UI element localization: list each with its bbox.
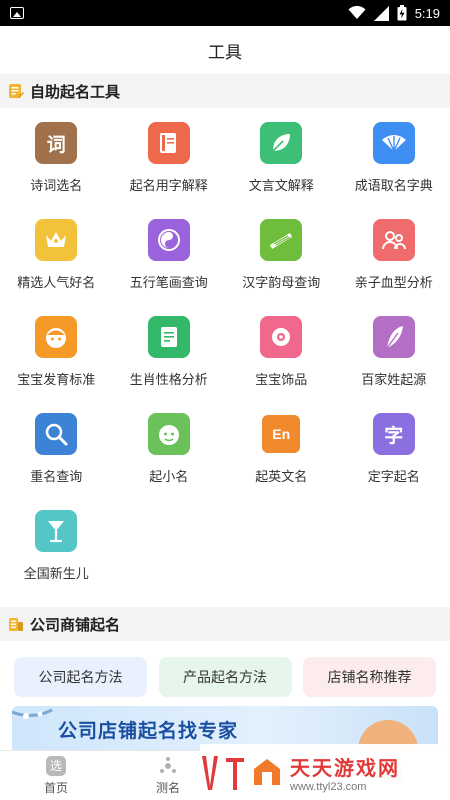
section-header-company-naming: 公司商铺起名 bbox=[0, 607, 450, 641]
tool-grid: 词诗词选名 起名用字解释 文言文解释 成语取名字典 精选人气好名 五行笔画查询 汉字韵母查询… bbox=[0, 108, 450, 607]
tool-label: 成语取名字典 bbox=[354, 178, 433, 193]
leaf-icon bbox=[260, 122, 303, 164]
battery-charging-icon bbox=[397, 5, 407, 21]
tool-label: 精选人气好名 bbox=[17, 275, 96, 290]
tool-item[interactable]: 宝宝饰品 bbox=[225, 316, 338, 413]
wifi-icon bbox=[348, 6, 366, 19]
tool-label: 定字起名 bbox=[367, 469, 420, 484]
tool-item[interactable]: 精选人气好名 bbox=[0, 219, 113, 316]
status-time: 5:19 bbox=[414, 5, 440, 21]
tool-label: 重名查询 bbox=[30, 469, 83, 484]
tab-label: 测名 bbox=[155, 780, 180, 795]
tool-item[interactable]: 五行笔画查询 bbox=[113, 219, 226, 316]
tool-label: 亲子血型分析 bbox=[354, 275, 433, 290]
app-bar: 工具 bbox=[0, 26, 450, 74]
tool-item[interactable]: 百家姓起源 bbox=[338, 316, 450, 413]
chip-row: 公司起名方法 产品起名方法 店铺名称推荐 bbox=[0, 641, 450, 697]
building-icon bbox=[9, 618, 23, 631]
tool-item[interactable]: 宝宝发育标准 bbox=[0, 316, 113, 413]
baby-face-icon bbox=[35, 316, 78, 358]
english-icon: En bbox=[260, 413, 303, 455]
tab-label: 首页 bbox=[43, 780, 68, 795]
naming-chip-button[interactable]: 店铺名称推荐 bbox=[303, 657, 436, 697]
tool-item[interactable]: 字定字起名 bbox=[338, 413, 450, 510]
tool-item[interactable]: 生肖性格分析 bbox=[113, 316, 226, 413]
naming-chip-button[interactable]: 产品起名方法 bbox=[158, 657, 292, 697]
tool-label: 文言文解释 bbox=[248, 178, 314, 193]
section-header-self-naming: 自助起名工具 bbox=[0, 74, 450, 108]
home-icon: 选 bbox=[46, 755, 66, 776]
tool-item[interactable]: 亲子血型分析 bbox=[338, 219, 450, 316]
family-icon bbox=[372, 219, 415, 261]
watermark: 天天游戏网 www.ttyl23.com bbox=[200, 744, 450, 800]
child-face-icon bbox=[147, 413, 190, 455]
tool-item[interactable]: 词诗词选名 bbox=[0, 122, 113, 219]
tool-item[interactable]: 起小名 bbox=[113, 413, 226, 510]
document-icon bbox=[147, 316, 190, 358]
watermark-logo-icon bbox=[202, 756, 244, 790]
tool-label: 生肖性格分析 bbox=[129, 372, 208, 387]
tool-item[interactable]: 成语取名字典 bbox=[338, 122, 450, 219]
tool-item[interactable]: En 起英文名 bbox=[225, 413, 338, 510]
book-icon: 词 bbox=[35, 122, 78, 164]
tool-label: 百家姓起源 bbox=[361, 372, 427, 387]
feather-icon bbox=[372, 316, 415, 358]
dictionary-icon bbox=[147, 122, 190, 164]
tool-item[interactable]: 全国新生儿 bbox=[0, 510, 113, 607]
tool-label: 起英文名 bbox=[255, 469, 308, 484]
watermark-house-icon bbox=[254, 759, 280, 785]
notepad-icon bbox=[9, 84, 24, 98]
fan-icon bbox=[372, 122, 415, 164]
banner-text: 公司店铺起名找专家 bbox=[58, 721, 239, 742]
section-title: 公司商铺起名 bbox=[30, 616, 121, 634]
tool-label: 全国新生儿 bbox=[23, 566, 89, 581]
tool-label: 起小名 bbox=[149, 469, 189, 484]
image-notification-icon bbox=[10, 7, 24, 19]
section-title: 自助起名工具 bbox=[30, 83, 121, 101]
tool-label: 汉字韵母查询 bbox=[242, 275, 321, 290]
tool-item[interactable]: 汉字韵母查询 bbox=[225, 219, 338, 316]
tab-1[interactable]: 选首页 bbox=[0, 751, 112, 800]
crown-icon bbox=[35, 219, 78, 261]
tool-item[interactable]: 起名用字解释 bbox=[113, 122, 226, 219]
branch-decoration-icon bbox=[12, 708, 53, 719]
tool-label: 宝宝饰品 bbox=[255, 372, 308, 387]
test-name-icon bbox=[158, 756, 178, 776]
page-title: 工具 bbox=[208, 42, 242, 62]
character-icon: 字 bbox=[372, 413, 415, 455]
magnifier-icon bbox=[35, 413, 78, 455]
status-bar: 5:19 bbox=[0, 0, 450, 26]
cellular-signal-icon bbox=[373, 5, 389, 21]
tool-item[interactable]: 重名查询 bbox=[0, 413, 113, 510]
goblet-icon bbox=[35, 510, 78, 552]
tool-label: 五行笔画查询 bbox=[129, 275, 208, 290]
tool-label: 起名用字解释 bbox=[129, 178, 208, 193]
zither-icon bbox=[260, 219, 303, 261]
watermark-title: 天天游戏网 bbox=[290, 757, 400, 780]
naming-chip-button[interactable]: 公司起名方法 bbox=[14, 657, 147, 697]
bagua-icon bbox=[147, 219, 190, 261]
tool-label: 宝宝发育标准 bbox=[17, 372, 96, 387]
tool-label: 诗词选名 bbox=[30, 178, 83, 193]
tool-item[interactable]: 文言文解释 bbox=[225, 122, 338, 219]
watermark-url: www.ttyl23.com bbox=[290, 780, 367, 793]
ornament-icon bbox=[260, 316, 303, 358]
